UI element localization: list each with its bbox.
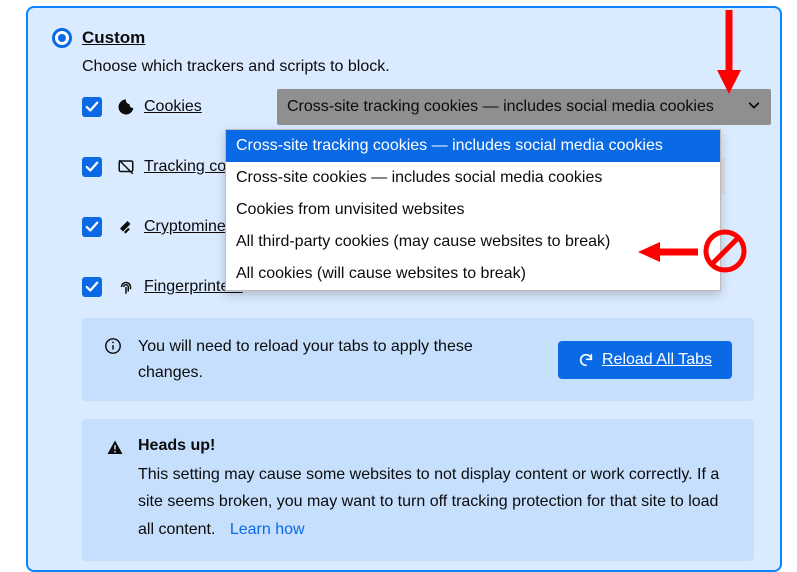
reload-info-box: You will need to reload your tabs to app…: [82, 318, 754, 401]
heads-up-title: Heads up!: [138, 437, 730, 455]
tracking-icon: [116, 157, 136, 177]
fingerprint-icon: [116, 277, 136, 297]
annotation-arrow-down: [714, 8, 744, 94]
reload-icon: [578, 352, 594, 368]
reload-button-label: Reload All Tabs: [602, 351, 712, 369]
reload-all-tabs-button[interactable]: Reload All Tabs: [558, 341, 732, 379]
crypto-label: Cryptominer: [144, 218, 231, 236]
dropdown-item[interactable]: Cross-site cookies — includes social med…: [226, 162, 720, 194]
custom-title: Custom: [82, 28, 145, 48]
info-icon: [104, 337, 122, 355]
annotation-prohibit-icon: [702, 228, 748, 274]
option-cookies-row: Cookies Cross-site tracking cookies — in…: [82, 94, 756, 120]
warning-icon: [106, 439, 124, 462]
learn-how-link[interactable]: Learn how: [230, 521, 305, 538]
dropdown-item[interactable]: Cookies from unvisited websites: [226, 194, 720, 226]
cookies-select[interactable]: Cross-site tracking cookies — includes s…: [277, 89, 771, 125]
custom-subtitle: Choose which trackers and scripts to blo…: [82, 58, 756, 76]
cookies-dropdown: Cross-site tracking cookies — includes s…: [225, 129, 721, 291]
cookies-label: Cookies: [144, 98, 202, 116]
tracking-label: Tracking con: [144, 158, 235, 176]
crypto-checkbox[interactable]: [82, 217, 102, 237]
reload-info-text: You will need to reload your tabs to app…: [138, 334, 498, 385]
dropdown-item[interactable]: Cross-site tracking cookies — includes s…: [226, 130, 720, 162]
cookies-checkbox[interactable]: [82, 97, 102, 117]
heads-up-box: Heads up! This setting may cause some we…: [82, 419, 754, 561]
chevron-down-icon: [747, 98, 761, 117]
cookie-icon: [116, 97, 136, 117]
cookies-select-value: Cross-site tracking cookies — includes s…: [287, 98, 714, 116]
cryptominer-icon: [116, 217, 136, 237]
heads-up-body: This setting may cause some websites to …: [138, 466, 719, 537]
tracking-checkbox[interactable]: [82, 157, 102, 177]
custom-radio[interactable]: [52, 28, 72, 48]
annotation-arrow-left: [638, 240, 700, 264]
finger-checkbox[interactable]: [82, 277, 102, 297]
